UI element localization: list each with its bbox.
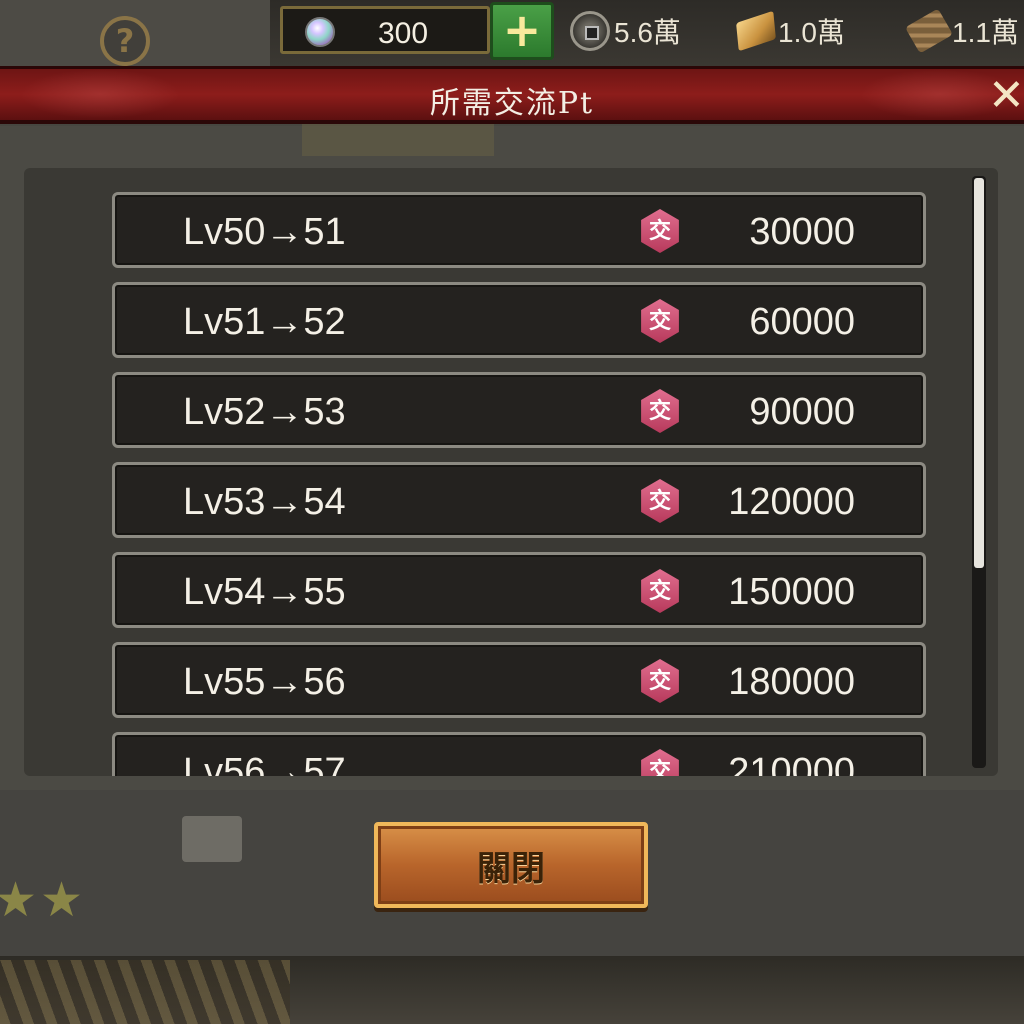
coin-resource: 5.6萬	[570, 6, 681, 56]
gold-resource: 1.0萬	[736, 6, 845, 56]
level-row: Lv52→53 交 90000	[112, 372, 926, 448]
level-row: Lv54→55 交 150000	[112, 552, 926, 628]
lock-icon	[182, 816, 242, 862]
level-range: Lv53→54	[183, 481, 346, 523]
gem-icon	[305, 17, 335, 47]
required-pt-value: 180000	[728, 661, 855, 703]
exchange-pt-icon: 交	[641, 299, 679, 343]
gem-value: 300	[377, 17, 429, 50]
bottom-decoration	[0, 960, 290, 1024]
level-row: Lv56→57 交 210000	[112, 732, 926, 776]
exchange-pt-icon: 交	[641, 209, 679, 253]
wood-resource: 1.1萬	[905, 6, 1019, 56]
level-list-panel[interactable]: Lv50→51 交 30000 Lv51→52 交 60000 Lv52→53 交 90000 L…	[24, 168, 998, 776]
wood-value: 1.1萬	[952, 17, 1019, 48]
gold-ingot-icon	[736, 10, 776, 52]
wood-icon	[905, 8, 953, 54]
level-range: Lv54→55	[183, 571, 346, 613]
required-pt-value: 210000	[728, 751, 855, 776]
exchange-pt-icon: 交	[641, 569, 679, 613]
required-pt-value: 90000	[749, 391, 855, 433]
level-range: Lv52→53	[183, 391, 346, 433]
exchange-pt-icon: 交	[641, 479, 679, 523]
level-range: Lv51→52	[183, 301, 346, 343]
level-row: Lv53→54 交 120000	[112, 462, 926, 538]
level-list[interactable]: Lv50→51 交 30000 Lv51→52 交 60000 Lv52→53 交 90000 L…	[24, 168, 998, 776]
exchange-pt-icon: 交	[641, 659, 679, 703]
dialog-title: 所需交流Pt	[429, 86, 595, 121]
level-range: Lv55→56	[183, 661, 346, 703]
coin-icon	[570, 11, 610, 51]
close-icon[interactable]: ✕	[988, 72, 1024, 120]
gem-counter: 300	[280, 6, 490, 54]
close-button[interactable]: 關閉	[374, 822, 648, 908]
star-icon: ★	[0, 872, 38, 928]
required-pt-value: 60000	[749, 301, 855, 343]
level-row: Lv55→56 交 180000	[112, 642, 926, 718]
level-range: Lv50→51	[183, 211, 346, 253]
help-icon[interactable]: ?	[100, 16, 150, 66]
required-pt-value: 150000	[728, 571, 855, 613]
close-button-label: 關閉	[477, 848, 545, 889]
level-row: Lv51→52 交 60000	[112, 282, 926, 358]
gold-value: 1.0萬	[778, 17, 845, 48]
exchange-pt-icon: 交	[641, 749, 679, 776]
exchange-pt-icon: 交	[641, 389, 679, 433]
required-pt-value: 30000	[749, 211, 855, 253]
required-pt-value: 120000	[728, 481, 855, 523]
background-tab	[302, 124, 494, 156]
add-gems-button[interactable]: +	[490, 2, 554, 60]
coin-value: 5.6萬	[614, 17, 681, 48]
level-row: Lv50→51 交 30000	[112, 192, 926, 268]
level-range: Lv56→57	[183, 751, 346, 776]
star-icon: ★	[40, 872, 84, 928]
scrollbar-thumb[interactable]	[974, 178, 984, 568]
